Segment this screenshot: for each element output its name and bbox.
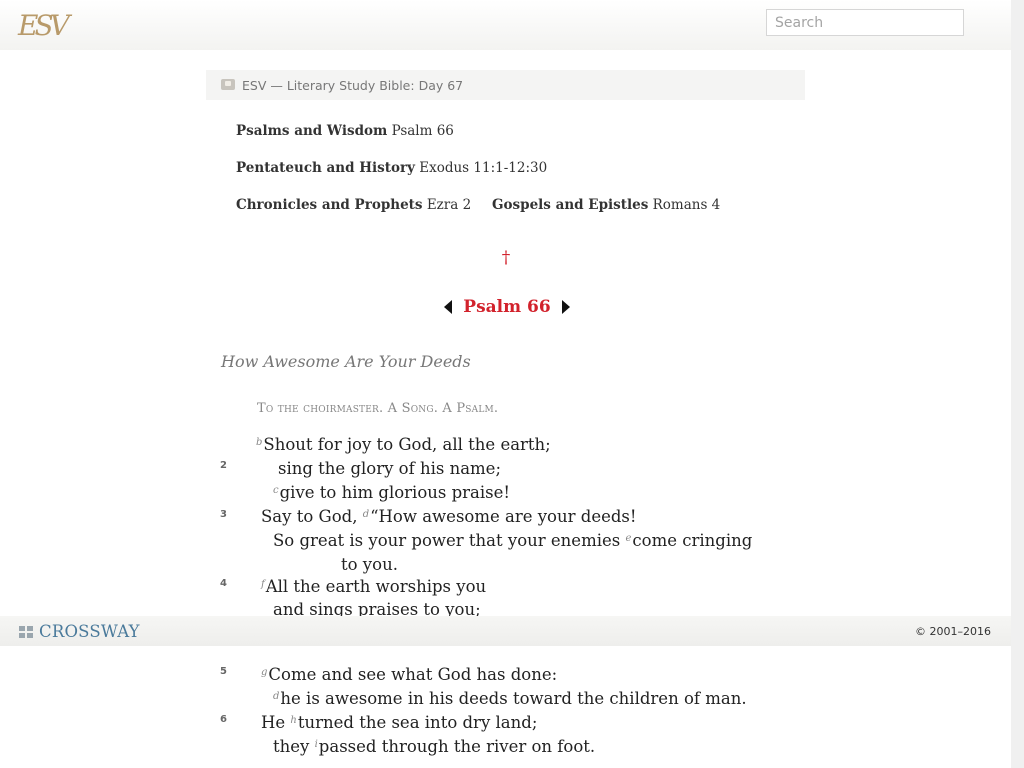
footer-bar: CROSSWAY © 2001–2016 [0, 616, 1011, 646]
verse-number: 2 [220, 460, 227, 471]
footnote-marker[interactable]: b [256, 437, 262, 448]
reading-chronicles-prophets[interactable]: Chronicles and Prophets Ezra 2 [236, 197, 471, 213]
copyright-text: © 2001–2016 [915, 625, 991, 638]
verse-text: to you. [341, 555, 398, 574]
verse-line: Say to God, d“How awesome are your deeds… [261, 507, 637, 526]
next-chapter-icon[interactable] [561, 300, 570, 314]
previous-chapter-icon[interactable] [444, 300, 452, 314]
verse-line: So great is your power that your enemies… [273, 531, 752, 550]
section-heading: How Awesome Are Your Deeds [221, 352, 471, 371]
verse-text-lead: So great is your power that your enemies [273, 531, 626, 550]
verse-text: come cringing [632, 531, 753, 550]
footnote-marker[interactable]: f [261, 579, 265, 590]
footnote-marker[interactable]: i [315, 739, 318, 750]
reading-category: Psalms and Wisdom [236, 123, 388, 139]
verse-text: give to him glorious praise! [279, 483, 511, 502]
verse-line: cgive to him glorious praise! [273, 483, 510, 502]
esv-logo[interactable]: ESV [18, 6, 70, 46]
reading-ref: Ezra 2 [426, 197, 472, 213]
chapter-title: Psalm 66 [463, 297, 551, 317]
reading-plan-header: ESV — Literary Study Bible: Day 67 [206, 70, 805, 100]
reading-psalms-wisdom[interactable]: Psalms and Wisdom Psalm 66 [236, 123, 454, 139]
verse-text-lead: He [261, 713, 291, 732]
book-icon [221, 78, 235, 90]
verse-text-lead: Say to God, [261, 507, 363, 526]
cross-divider: † [501, 248, 511, 268]
verse-text: sing the glory of his name; [278, 459, 502, 478]
reading-ref: Psalm 66 [391, 123, 454, 139]
verse-number: 3 [220, 509, 227, 520]
verse-text: “How awesome are your deeds! [370, 507, 637, 526]
verse-line: gCome and see what God has done: [261, 665, 557, 684]
reading-ref: Exodus 11:1-12:30 [419, 160, 548, 176]
reading-category: Gospels and Epistles [492, 197, 649, 213]
footnote-marker[interactable]: d [273, 691, 279, 702]
verse-line: bShout for joy to God, all the earth; [256, 435, 551, 454]
verse-line: they ipassed through the river on foot. [273, 737, 595, 756]
reading-category: Chronicles and Prophets [236, 197, 423, 213]
reading-plan-title[interactable]: ESV — Literary Study Bible: Day 67 [242, 78, 463, 93]
footnote-marker[interactable]: c [273, 485, 279, 496]
verse-text: All the earth worships you [265, 577, 487, 596]
crossway-brand-link[interactable]: CROSSWAY [39, 622, 140, 641]
reading-pentateuch-history[interactable]: Pentateuch and History Exodus 11:1-12:30 [236, 160, 547, 176]
reading-category: Pentateuch and History [236, 160, 415, 176]
psalm-superscription: To the choirmaster. A Song. A Psalm. [257, 401, 499, 416]
verse-text: Come and see what God has done: [268, 665, 558, 684]
crossway-logo-icon [19, 626, 33, 638]
footnote-marker[interactable]: e [625, 533, 631, 544]
verse-text: Shout for joy to God, all the earth; [263, 435, 551, 454]
verse-line: He hturned the sea into dry land; [261, 713, 537, 732]
verse-text: he is awesome in his deeds toward the ch… [280, 689, 747, 708]
verse-line: to you. [341, 555, 398, 574]
reading-gospels-epistles[interactable]: Gospels and Epistles Romans 4 [492, 197, 720, 213]
page-scrollbar[interactable] [1011, 0, 1024, 768]
footnote-marker[interactable]: h [290, 715, 296, 726]
reading-ref: Romans 4 [652, 197, 721, 213]
verse-line: dhe is awesome in his deeds toward the c… [273, 689, 747, 708]
verse-text: turned the sea into dry land; [297, 713, 538, 732]
verse-line: fAll the earth worships you [261, 577, 486, 596]
footnote-marker[interactable]: g [261, 667, 267, 678]
verse-number: 5 [220, 666, 227, 677]
verse-number: 4 [220, 578, 227, 589]
footnote-marker[interactable]: d [363, 509, 369, 520]
verse-text-lead: they [273, 737, 315, 756]
verse-number: 6 [220, 714, 227, 725]
top-bar: ESV [0, 0, 1011, 50]
chapter-nav: Psalm 66 [444, 295, 570, 319]
verse-line: sing the glory of his name; [278, 459, 501, 478]
search-input[interactable] [766, 9, 964, 36]
verse-text: passed through the river on foot. [318, 737, 596, 756]
